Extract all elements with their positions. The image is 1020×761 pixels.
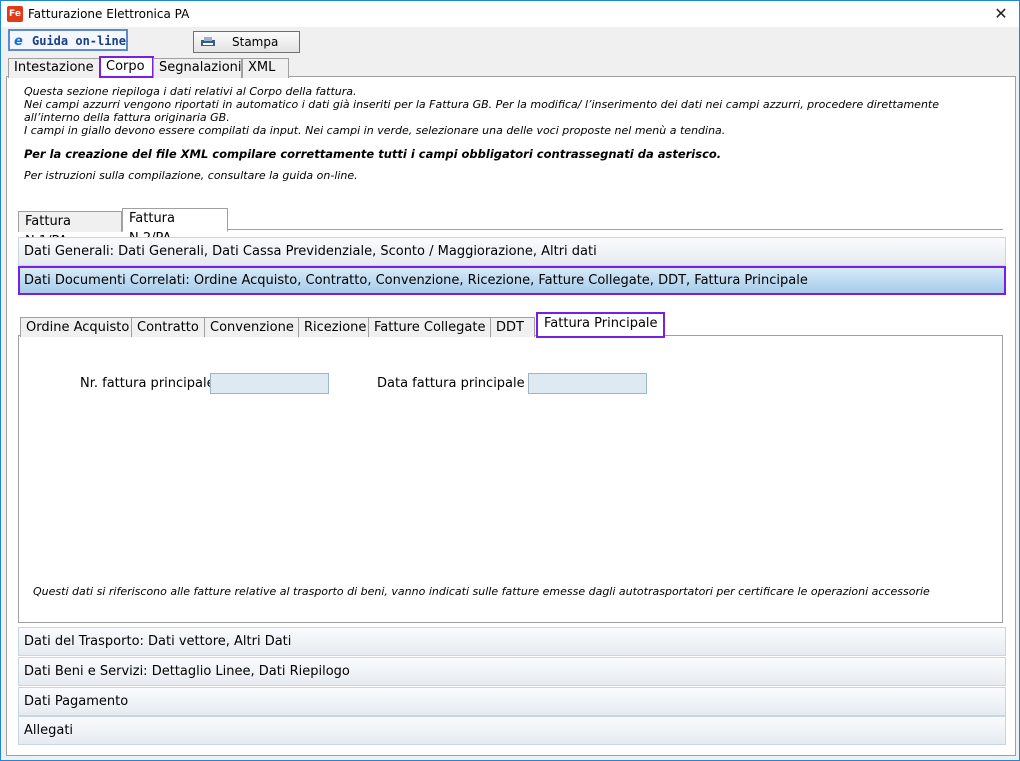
info-xml-warning: Per la creazione del file XML compilare …: [24, 147, 722, 161]
tab-intestazione[interactable]: Intestazione: [8, 58, 100, 78]
ie-icon: e: [14, 34, 23, 49]
guida-online-label: Guida on-line: [32, 34, 126, 48]
guida-online-button[interactable]: e Guida on-line: [8, 29, 128, 51]
info-line-1: Questa sezione riepiloga i dati relativi…: [24, 85, 357, 98]
tab-ddt[interactable]: DDT: [490, 317, 535, 337]
tab-convenzione[interactable]: Convenzione: [204, 317, 299, 337]
section-dati-beni-servizi[interactable]: Dati Beni e Servizi: Dettaglio Linee, Da…: [18, 657, 1006, 686]
app-icon: Fe: [7, 6, 23, 22]
info-line-4: I campi in giallo devono essere compilat…: [24, 124, 726, 137]
stampa-button[interactable]: Stampa: [193, 31, 300, 53]
tab-fatture-collegate[interactable]: Fatture Collegate: [368, 317, 491, 337]
data-fattura-principale-label: Data fattura principale: [377, 376, 525, 391]
title-bar: Fe Fatturazione Elettronica PA ✕: [1, 1, 1019, 27]
tab-segnalazioni[interactable]: Segnalazioni: [153, 58, 242, 78]
tab-fattura-principale[interactable]: Fattura Principale: [536, 312, 665, 338]
tab-xml[interactable]: XML: [242, 58, 289, 78]
section-dati-pagamento[interactable]: Dati Pagamento: [18, 687, 1006, 716]
section-dati-documenti-correlati[interactable]: Dati Documenti Correlati: Ordine Acquist…: [18, 266, 1006, 295]
section-dati-generali[interactable]: Dati Generali: Dati Generali, Dati Cassa…: [18, 237, 1006, 266]
data-fattura-principale-input[interactable]: [528, 373, 647, 394]
window-title: Fatturazione Elettronica PA: [28, 7, 190, 21]
info-guide: Per istruzioni sulla compilazione, consu…: [24, 169, 358, 182]
nr-fattura-principale-label: Nr. fattura principale: [80, 376, 215, 391]
tab-fattura-1[interactable]: Fattura N.1/PA: [18, 211, 122, 249]
nr-fattura-principale-input[interactable]: [210, 373, 329, 394]
printer-icon: [201, 37, 215, 46]
close-icon[interactable]: ✕: [987, 4, 1015, 24]
stampa-label: Stampa: [232, 35, 279, 49]
tab-ordine-acquisto[interactable]: Ordine Acquisto: [20, 317, 132, 337]
tab-fattura-2[interactable]: Fattura N.2/PA: [122, 208, 228, 246]
trasporto-note: Questi dati si riferiscono alle fatture …: [33, 585, 930, 598]
info-line-3: all’interno della fattura originaria GB.: [24, 111, 230, 124]
section-allegati[interactable]: Allegati: [18, 716, 1006, 745]
tab-corpo[interactable]: Corpo: [99, 56, 154, 78]
tab-contratto[interactable]: Contratto: [131, 317, 205, 337]
info-line-2: Nei campi azzurri vengono riportati in a…: [24, 98, 939, 111]
tab-ricezione[interactable]: Ricezione: [298, 317, 369, 337]
main-window: Fe Fatturazione Elettronica PA ✕ e Guida…: [0, 0, 1020, 761]
section-dati-trasporto[interactable]: Dati del Trasporto: Dati vettore, Altri …: [18, 627, 1006, 656]
